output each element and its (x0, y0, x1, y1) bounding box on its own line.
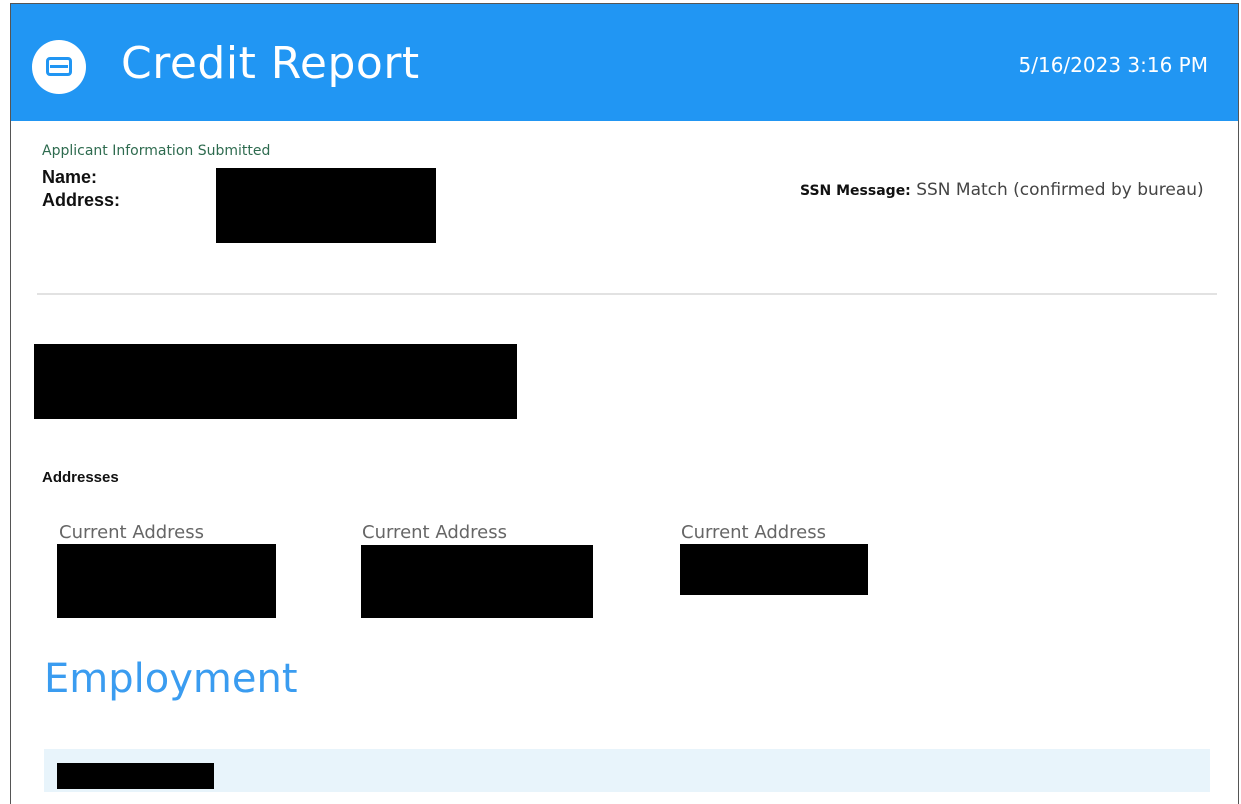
address-label-1: Current Address (59, 522, 205, 543)
address-label-3: Current Address (681, 522, 827, 543)
credit-card-icon (32, 40, 86, 94)
redacted-address-2 (361, 545, 593, 618)
report-header: Credit Report 5/16/2023 3:16 PM (11, 4, 1238, 121)
page-title: Credit Report (121, 38, 420, 89)
report-frame: Credit Report 5/16/2023 3:16 PM Applican… (10, 3, 1239, 804)
address-label: Address: (42, 190, 121, 210)
card-shape (46, 57, 72, 76)
report-timestamp: 5/16/2023 3:16 PM (1018, 53, 1209, 77)
employment-heading: Employment (44, 656, 298, 702)
redacted-applicant-details (216, 168, 436, 243)
section-divider (37, 293, 1217, 295)
address-label-2: Current Address (362, 522, 508, 543)
redacted-employer (57, 763, 214, 789)
redacted-address-3 (680, 544, 868, 595)
redacted-address-1 (57, 544, 276, 618)
employment-row (44, 749, 1210, 792)
ssn-message-value: SSN Match (confirmed by bureau) (910, 180, 1204, 200)
addresses-heading: Addresses (42, 469, 119, 486)
ssn-message: SSN Message: SSN Match (confirmed by bur… (800, 176, 1212, 206)
applicant-info-heading: Applicant Information Submitted (42, 143, 271, 159)
name-label: Name: (42, 167, 98, 187)
ssn-message-label: SSN Message: (800, 183, 911, 199)
redacted-bureau-block (34, 344, 517, 419)
